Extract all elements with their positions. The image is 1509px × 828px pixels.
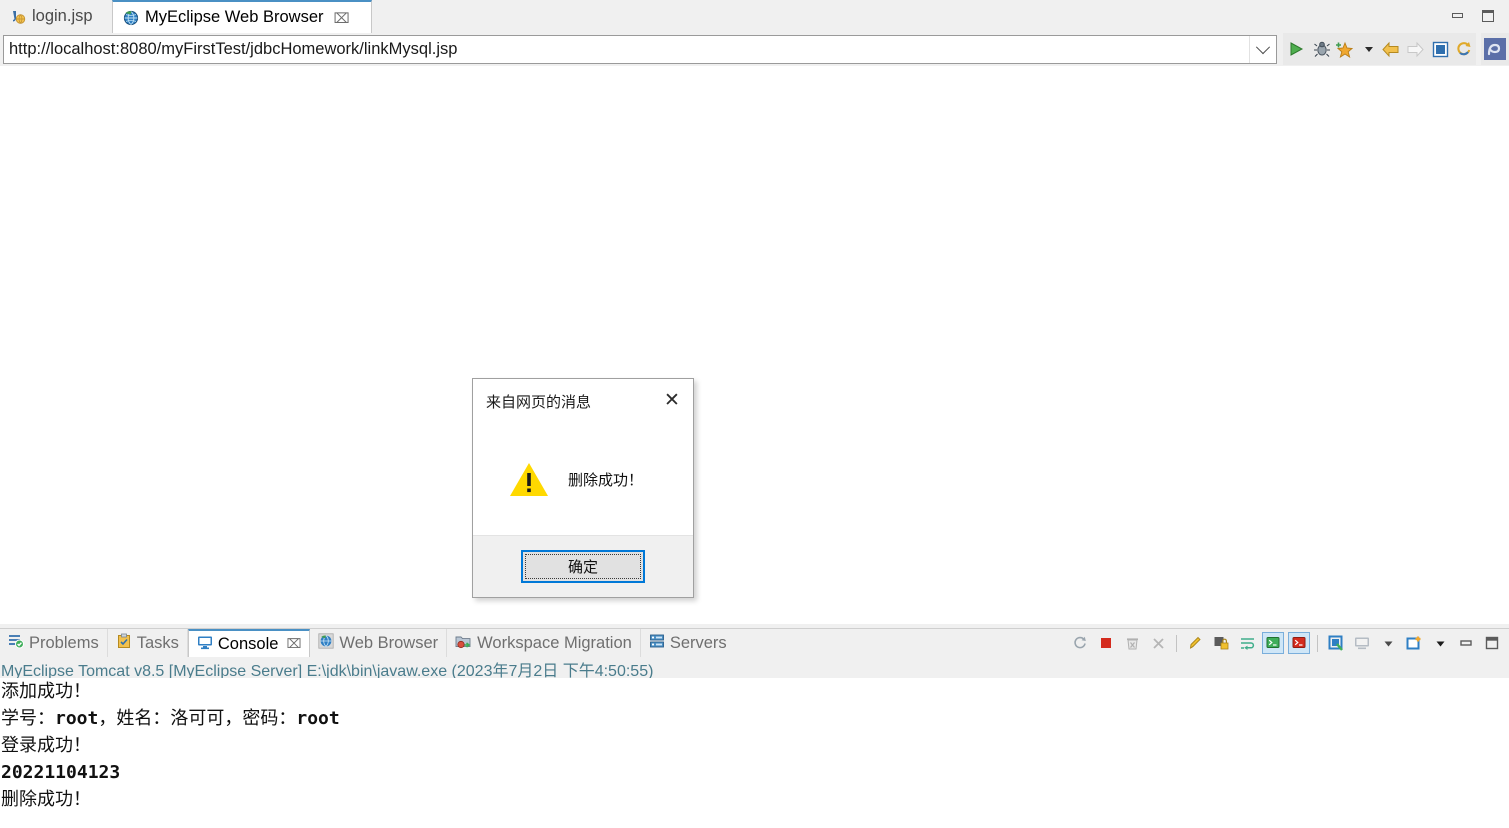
editor-tab-login-jsp[interactable]: login.jsp	[0, 0, 112, 33]
editor-tab-myeclipse-web-browser[interactable]: MyEclipse Web Browser ⌧	[112, 0, 372, 33]
myeclipse-toolbar-group	[1331, 33, 1381, 65]
display-selected-console-icon[interactable]	[1351, 632, 1373, 654]
tab-console[interactable]: Console ⌧	[187, 629, 311, 657]
console-output-line: 登录成功！	[1, 735, 91, 755]
jsp-file-icon	[10, 9, 26, 25]
maximize-panel-icon[interactable]	[1481, 632, 1503, 654]
console-output[interactable]: 添加成功！ 学号：root，姓名：洛可可，密码：root 登录成功！ 20221…	[0, 678, 1509, 828]
console-output-line: 删除成功！	[1, 789, 91, 809]
pin-console-icon[interactable]	[1325, 632, 1347, 654]
refresh-icon[interactable]	[1455, 37, 1473, 61]
run-icon[interactable]	[1286, 37, 1306, 61]
editor-tab-label: MyEclipse Web Browser	[145, 8, 324, 26]
url-combo-box[interactable]: http://localhost:8080/myFirstTest/jdbcHo…	[3, 35, 1277, 64]
remove-launch-icon[interactable]	[1121, 632, 1143, 654]
tab-tasks[interactable]: Tasks	[108, 629, 188, 657]
console-value-password: root	[296, 708, 340, 729]
open-console-dropdown-icon[interactable]	[1429, 632, 1451, 654]
back-arrow-icon[interactable]	[1381, 37, 1400, 61]
servers-icon	[649, 633, 665, 654]
url-input[interactable]: http://localhost:8080/myFirstTest/jdbcHo…	[4, 40, 1249, 59]
chevron-down-icon	[1255, 39, 1271, 54]
tab-label: Console	[217, 634, 279, 653]
toolbar-separator	[1317, 634, 1318, 652]
debug-icon[interactable]	[1312, 37, 1332, 61]
forward-arrow-icon[interactable]	[1406, 37, 1425, 61]
minimize-panel-icon[interactable]	[1455, 632, 1477, 654]
dialog-title: 来自网页的消息	[486, 393, 592, 411]
close-icon[interactable]: ⌧	[334, 11, 350, 25]
close-icon[interactable]: ✕	[661, 389, 683, 411]
tab-label: Tasks	[136, 633, 179, 652]
tasks-icon	[116, 633, 132, 654]
ok-button[interactable]: 确定	[521, 550, 645, 583]
dropdown-arrow-icon[interactable]	[1359, 37, 1378, 61]
show-console-stdout-icon[interactable]	[1262, 632, 1284, 654]
minimize-icon[interactable]	[1451, 9, 1465, 23]
perspective-toolbar-group	[1481, 33, 1509, 65]
warning-triangle-icon	[508, 460, 550, 498]
web-browser-icon	[123, 10, 139, 26]
maximize-icon[interactable]	[1481, 9, 1495, 23]
tab-web-browser[interactable]: Web Browser	[310, 629, 448, 657]
stop-icon[interactable]	[1431, 37, 1449, 61]
web-browser-icon	[318, 632, 335, 654]
problems-icon	[8, 633, 24, 654]
tab-label: Workspace Migration	[477, 633, 632, 652]
tab-servers[interactable]: Servers	[641, 629, 735, 657]
dialog-body: 删除成功！	[473, 423, 693, 535]
myeclipse-star-icon[interactable]	[1334, 37, 1353, 61]
editor-tab-label: login.jsp	[32, 7, 93, 25]
tab-label: Problems	[29, 633, 99, 652]
scroll-lock-icon[interactable]	[1210, 632, 1232, 654]
myeclipse-perspective-icon[interactable]	[1484, 37, 1506, 61]
navigation-toolbar-group	[1378, 33, 1476, 65]
workspace-migration-icon	[455, 633, 472, 654]
terminate-icon[interactable]	[1095, 632, 1117, 654]
tab-workspace-migration[interactable]: Workspace Migration	[447, 629, 641, 657]
console-value-studentid: root	[55, 708, 99, 729]
dialog-title-bar: 来自网页的消息 ✕	[473, 379, 693, 423]
console-output-line: 添加成功！	[1, 681, 91, 701]
window-controls	[1451, 0, 1503, 31]
open-console-icon[interactable]	[1403, 632, 1425, 654]
console-process-header: MyEclipse Tomcat v8.5 [MyEclipse Server]…	[0, 657, 1509, 680]
show-console-stderr-icon[interactable]	[1288, 632, 1310, 654]
webpage-message-dialog: 来自网页的消息 ✕ 删除成功！ 确定	[472, 378, 694, 598]
toolbar-separator	[1176, 634, 1177, 652]
word-wrap-icon[interactable]	[1236, 632, 1258, 654]
myeclipse-window: login.jsp MyEclipse Web Browser ⌧ http:/…	[0, 0, 1509, 828]
tab-problems[interactable]: Problems	[0, 629, 108, 657]
clear-console-icon[interactable]	[1184, 632, 1206, 654]
refresh-icon[interactable]	[1069, 632, 1091, 654]
tab-label: Web Browser	[339, 633, 439, 652]
remove-all-terminated-icon[interactable]	[1147, 632, 1169, 654]
console-icon	[197, 634, 213, 655]
tab-label: Servers	[669, 633, 727, 652]
display-selected-console-dropdown-icon[interactable]	[1377, 632, 1399, 654]
dialog-message: 删除成功！	[568, 471, 644, 489]
console-toolbar	[1067, 629, 1509, 657]
browser-content-area: 来自网页的消息 ✕ 删除成功！ 确定	[0, 66, 1509, 628]
ok-button-label: 确定	[567, 559, 598, 576]
run-toolbar-group	[1283, 33, 1335, 65]
url-dropdown-button[interactable]	[1249, 36, 1276, 63]
bottom-panel: Problems Tasks Console ⌧ Web Browser Wor…	[0, 628, 1509, 828]
editor-tab-bar: login.jsp MyEclipse Web Browser ⌧	[0, 0, 1509, 34]
console-output-line: 学号：root，姓名：洛可可，密码：root	[1, 708, 340, 729]
dialog-footer: 确定	[473, 535, 693, 597]
console-output-line: 20221104123	[1, 762, 121, 783]
close-icon[interactable]: ⌧	[286, 636, 301, 652]
